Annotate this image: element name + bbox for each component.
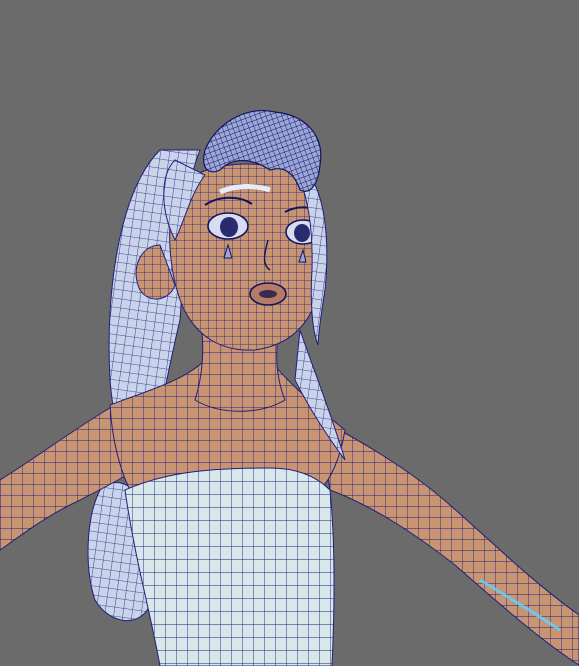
viewport-canvas[interactable]: [0, 0, 579, 666]
right-arm: [319, 419, 579, 666]
left-iris: [220, 217, 238, 237]
wireframe-render: [0, 110, 579, 666]
right-iris: [294, 224, 310, 242]
strapless-top: [124, 467, 335, 666]
mouth-opening: [259, 290, 277, 298]
